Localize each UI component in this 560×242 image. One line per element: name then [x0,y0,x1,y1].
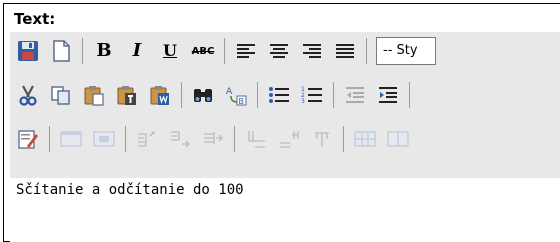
table-icon [60,131,82,147]
insert-column-before-button[interactable] [244,127,268,151]
insert-row-after-icon [171,131,190,148]
new-document-icon [53,40,70,62]
cell-properties-button[interactable] [92,127,116,151]
paste-text-icon [117,86,136,105]
svg-text:A: A [226,87,233,97]
delete-column-button[interactable] [310,127,334,151]
save-icon [18,41,38,61]
separator [333,82,334,108]
separator [234,126,235,152]
separator [343,126,344,152]
insert-column-after-button[interactable] [277,127,301,151]
align-right-icon [303,44,321,58]
table-cell-icon [93,131,115,147]
separator [82,38,83,64]
align-justify-icon [336,44,354,58]
merge-cells-icon [354,131,376,147]
separator [49,126,50,152]
paste-word-button[interactable] [148,83,172,107]
numbered-list-icon: 1 2 3 [301,86,322,105]
cut-button[interactable] [16,83,40,107]
split-cells-button[interactable] [386,127,410,151]
editor-area[interactable]: Sčítanie a odčítanie do 100 [10,178,560,242]
insert-column-before-icon [248,131,265,148]
copy-icon [51,86,70,105]
insert-row-before-button[interactable] [135,127,159,151]
align-justify-button[interactable] [333,39,357,63]
separator [125,126,126,152]
delete-row-button[interactable] [201,127,225,151]
table-properties-button[interactable] [59,127,83,151]
delete-column-icon [315,132,329,147]
toolbar-row-1: B I U ABC -- Sty [16,36,436,66]
binoculars-icon [194,89,212,102]
numbered-list-button[interactable]: 1 2 3 [300,83,324,107]
paste-button[interactable] [82,83,106,107]
paste-text-button[interactable] [115,83,139,107]
replace-icon: A B [226,87,247,106]
bullet-list-button[interactable] [267,83,291,107]
bold-button[interactable]: B [92,39,116,63]
separator [409,82,410,108]
insert-row-before-icon [138,131,155,147]
scissors-icon [19,85,37,106]
align-right-button[interactable] [300,39,324,63]
edit-source-button[interactable] [16,127,40,151]
indent-icon [379,87,397,103]
align-left-icon [237,44,255,58]
save-button[interactable] [16,39,40,63]
toolbar-row-2: A B 1 2 3 [16,80,419,110]
paste-word-icon [150,86,169,105]
separator [224,38,225,64]
delete-row-icon [204,132,223,144]
split-cells-icon [387,131,409,147]
replace-button[interactable]: A B [224,83,248,107]
svg-text:3: 3 [301,98,305,105]
new-document-button[interactable] [49,39,73,63]
toolbar: B I U ABC -- Sty A B 1 2 3 [10,32,560,178]
insert-row-after-button[interactable] [168,127,192,151]
align-center-button[interactable] [267,39,291,63]
merge-cells-button[interactable] [353,127,377,151]
field-label: Text: [14,10,56,28]
separator [181,82,182,108]
separator [366,38,367,64]
separator [257,82,258,108]
edit-icon [18,130,38,149]
align-left-button[interactable] [234,39,258,63]
copy-button[interactable] [49,83,73,107]
underline-button[interactable]: U [158,39,182,63]
editor-content[interactable]: Sčítanie a odčítanie do 100 [16,182,244,198]
outdent-icon [346,87,364,103]
bullet-list-icon [269,87,289,103]
italic-button[interactable]: I [125,39,149,63]
paste-icon [84,86,104,106]
indent-button[interactable] [376,83,400,107]
style-select[interactable]: -- Sty [376,37,436,65]
svg-text:B: B [239,97,245,106]
insert-column-after-icon [280,131,299,148]
find-button[interactable] [191,83,215,107]
outdent-button[interactable] [343,83,367,107]
align-center-icon [270,44,288,58]
toolbar-row-3 [16,124,419,154]
strikethrough-button[interactable]: ABC [191,39,215,63]
